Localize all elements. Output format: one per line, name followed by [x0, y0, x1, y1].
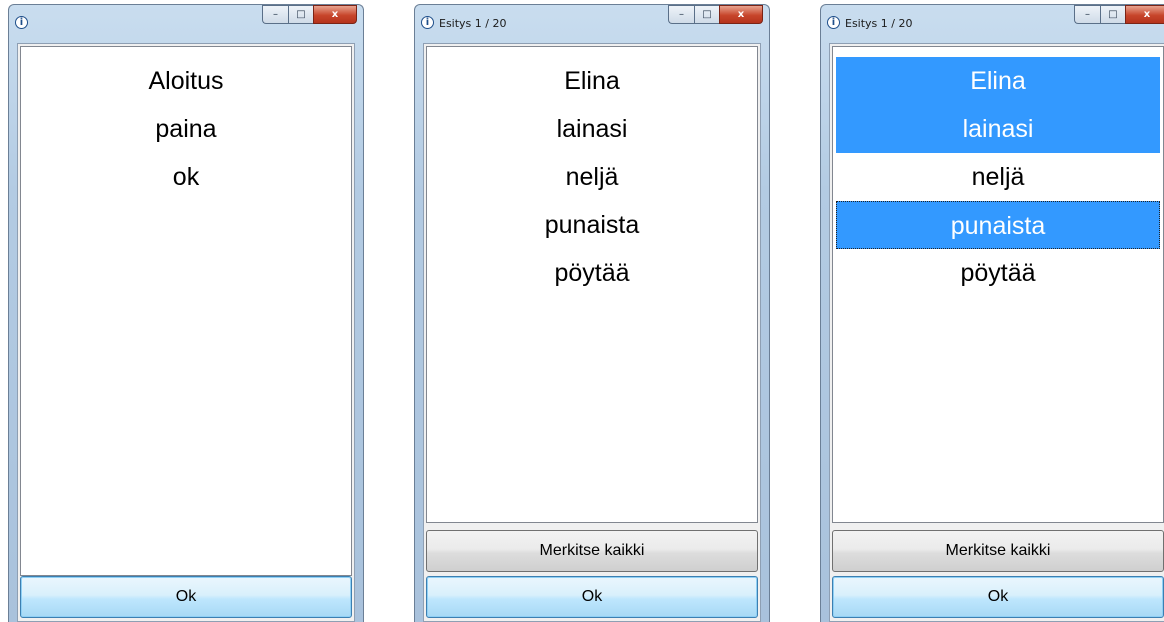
client-area: Elina lainasi neljä punaista pöytää Merk… [423, 43, 761, 622]
list-item[interactable]: lainasi [430, 105, 754, 153]
list-item[interactable]: lainasi [836, 105, 1160, 153]
caption-buttons: – □ x [668, 5, 763, 25]
dialog-window-1: i – □ x Aloitus paina ok Ok [8, 4, 364, 622]
list-item[interactable]: Elina [836, 57, 1160, 105]
mark-all-button[interactable]: Merkitse kaikki [832, 530, 1164, 572]
list-item[interactable]: neljä [836, 153, 1160, 201]
list-item[interactable]: neljä [430, 153, 754, 201]
app-icon[interactable]: i [421, 16, 434, 29]
close-button[interactable]: x [1125, 5, 1164, 24]
word-list[interactable]: Aloitus paina ok [20, 46, 352, 576]
dialog-window-3: i Esitys 1 / 20 – □ x Elina lainasi nelj… [820, 4, 1164, 622]
list-item[interactable]: Elina [430, 57, 754, 105]
word-list[interactable]: Elina lainasi neljä punaista pöytää [832, 46, 1164, 523]
list-item[interactable]: paina [24, 105, 348, 153]
maximize-button[interactable]: □ [288, 5, 313, 24]
caption-buttons: – □ x [1074, 5, 1164, 25]
minimize-button[interactable]: – [262, 5, 288, 24]
ok-button[interactable]: Ok [832, 576, 1164, 618]
minimize-button[interactable]: – [1074, 5, 1100, 24]
list-item[interactable]: Aloitus [24, 57, 348, 105]
title-bar[interactable]: i Esitys 1 / 20 – □ x [415, 5, 769, 43]
list-item[interactable]: pöytää [430, 249, 754, 297]
list-item[interactable]: pöytää [836, 249, 1160, 297]
maximize-button[interactable]: □ [1100, 5, 1125, 24]
app-icon[interactable]: i [15, 16, 28, 29]
client-area: Aloitus paina ok Ok [17, 43, 355, 622]
word-list[interactable]: Elina lainasi neljä punaista pöytää [426, 46, 758, 523]
list-item[interactable]: punaista [430, 201, 754, 249]
title-bar[interactable]: i Esitys 1 / 20 – □ x [821, 5, 1164, 43]
window-title: Esitys 1 / 20 [845, 17, 913, 30]
close-button[interactable]: x [719, 5, 763, 24]
caption-buttons: – □ x [262, 5, 357, 25]
ok-button[interactable]: Ok [426, 576, 758, 618]
list-item[interactable]: ok [24, 153, 348, 201]
mark-all-button[interactable]: Merkitse kaikki [426, 530, 758, 572]
list-item[interactable]: punaista [836, 201, 1160, 249]
close-button[interactable]: x [313, 5, 357, 24]
client-area: Elina lainasi neljä punaista pöytää Merk… [829, 43, 1164, 622]
ok-button[interactable]: Ok [20, 576, 352, 618]
title-bar[interactable]: i – □ x [9, 5, 363, 43]
dialog-window-2: i Esitys 1 / 20 – □ x Elina lainasi nelj… [414, 4, 770, 622]
app-icon[interactable]: i [827, 16, 840, 29]
window-title: Esitys 1 / 20 [439, 17, 507, 30]
minimize-button[interactable]: – [668, 5, 694, 24]
maximize-button[interactable]: □ [694, 5, 719, 24]
